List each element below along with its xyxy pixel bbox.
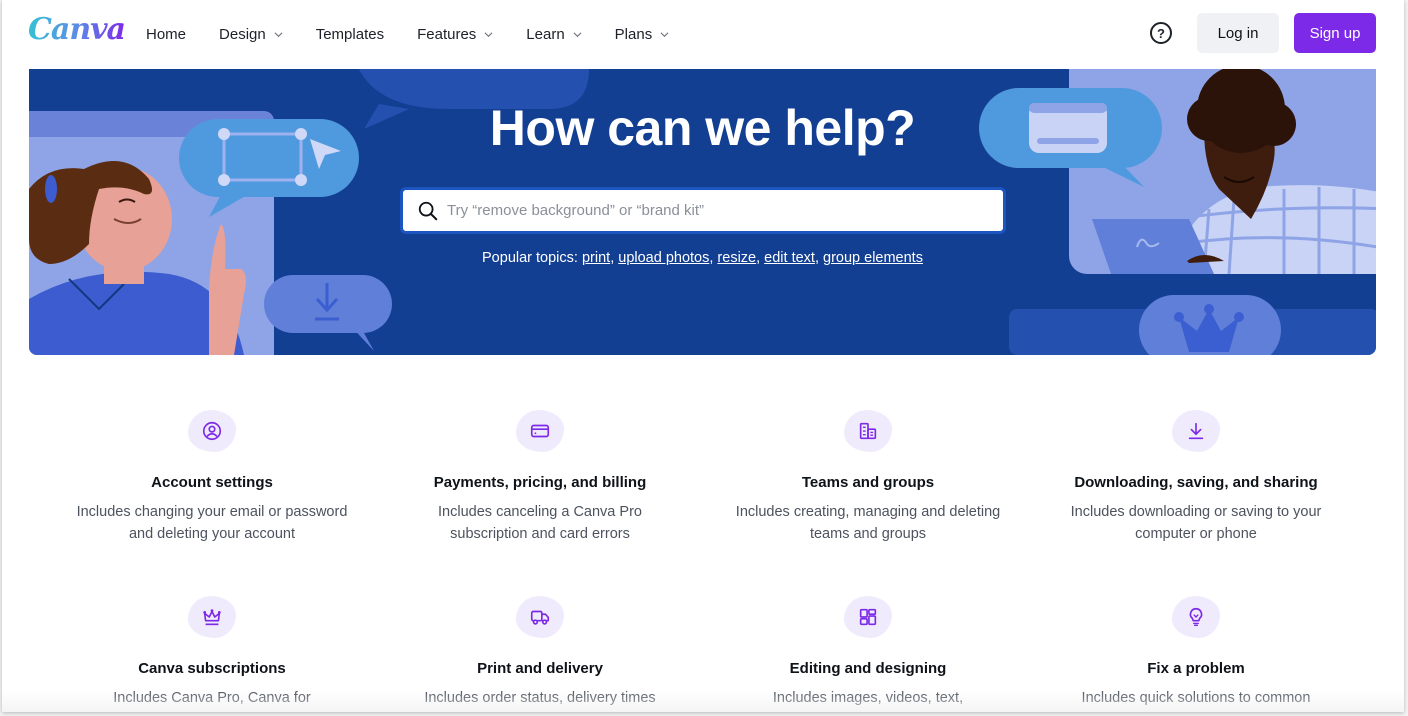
topic-description: Includes quick solutions to common — [1081, 690, 1311, 706]
popular-topic-link[interactable]: resize — [717, 250, 756, 266]
top-nav-bar: Canva Home Design Templates Features Lea… — [2, 0, 1404, 68]
topic-card-downloading[interactable]: Downloading, saving, and sharing Include… — [1032, 410, 1360, 545]
chevron-down-icon — [484, 31, 493, 37]
popular-topic-link[interactable]: group elements — [823, 250, 923, 266]
help-search-box[interactable] — [400, 187, 1006, 234]
user-circle-icon — [202, 421, 222, 441]
topic-description: Includes images, videos, text, — [772, 690, 964, 706]
topic-card-teams[interactable]: Teams and groups Includes creating, mana… — [704, 410, 1032, 545]
icon-badge — [1172, 596, 1220, 638]
nav-plans[interactable]: Plans — [615, 26, 670, 43]
nav-learn[interactable]: Learn — [526, 25, 582, 43]
nav-learn-label: Learn — [526, 25, 565, 43]
popular-topic-link[interactable]: upload photos — [618, 250, 709, 266]
topic-description: Includes order status, delivery times — [424, 690, 656, 706]
popular-topics-label: Popular topics: — [482, 250, 578, 266]
nav-home[interactable]: Home — [146, 26, 186, 43]
signup-button[interactable]: Sign up — [1294, 13, 1376, 53]
nav-design-label: Design — [219, 25, 266, 43]
chevron-down-icon — [660, 31, 669, 37]
topic-card-fix-problem[interactable]: Fix a problem Includes quick solutions t… — [1032, 596, 1360, 709]
topic-card-payments[interactable]: Payments, pricing, and billing Includes … — [376, 410, 704, 545]
topic-title: Print and delivery — [477, 660, 603, 677]
nav-plans-label: Plans — [614, 25, 653, 43]
crown-icon — [203, 609, 221, 626]
nav-features-label: Features — [417, 25, 477, 43]
search-icon — [418, 201, 438, 220]
topic-card-print-delivery[interactable]: Print and delivery Includes order status… — [376, 596, 704, 709]
topic-card-account-settings[interactable]: Account settings Includes changing your … — [48, 410, 376, 545]
icon-badge — [1172, 410, 1220, 452]
popular-topic-link[interactable]: print — [582, 250, 610, 266]
topic-title: Canva subscriptions — [138, 660, 286, 677]
topic-description: Includes changing your email or password… — [76, 504, 348, 542]
topic-title: Teams and groups — [801, 474, 935, 491]
layout-grid-icon — [859, 608, 877, 626]
topic-card-editing[interactable]: Editing and designing Includes images, v… — [704, 596, 1032, 709]
topic-title: Account settings — [151, 474, 273, 491]
truck-icon — [530, 610, 550, 625]
nav-features[interactable]: Features — [417, 26, 493, 43]
lightbulb-icon — [1189, 607, 1203, 626]
topic-title: Payments, pricing, and billing — [433, 474, 647, 491]
popular-topic-link[interactable]: edit text — [764, 250, 815, 266]
login-button[interactable]: Log in — [1197, 13, 1279, 53]
hero-title: How can we help? — [489, 100, 916, 156]
topic-description: Includes Canva Pro, Canva for — [113, 690, 311, 706]
icon-badge — [188, 596, 236, 638]
popular-topics: Popular topics: print, upload photos, re… — [482, 250, 923, 266]
main-nav: Home Design Templates Features Learn Pla… — [146, 0, 702, 68]
nav-templates[interactable]: Templates — [316, 26, 384, 43]
icon-badge — [516, 410, 564, 452]
search-input[interactable] — [447, 202, 1003, 219]
chevron-down-icon — [573, 31, 582, 37]
chevron-down-icon — [274, 31, 283, 37]
nav-design[interactable]: Design — [219, 26, 283, 43]
topic-description: Includes creating, managing and deleting… — [735, 504, 1001, 542]
topic-title: Editing and designing — [789, 660, 947, 677]
icon-badge — [844, 596, 892, 638]
topic-description: Includes downloading or saving to your c… — [1070, 504, 1322, 542]
canva-logo[interactable]: Canva — [28, 12, 126, 47]
help-icon[interactable]: ? — [1150, 22, 1172, 44]
nav-templates-label: Templates — [315, 25, 385, 43]
page: Canva Home Design Templates Features Lea… — [2, 0, 1404, 712]
credit-card-icon — [530, 424, 550, 438]
topic-title: Fix a problem — [1147, 660, 1245, 677]
download-icon — [1188, 422, 1204, 440]
topic-description: Includes canceling a Canva Pro subscript… — [438, 504, 642, 542]
icon-badge — [844, 410, 892, 452]
icon-badge — [516, 596, 564, 638]
topic-card-subscriptions[interactable]: Canva subscriptions Includes Canva Pro, … — [48, 596, 376, 709]
icon-badge — [188, 410, 236, 452]
nav-home-label: Home — [146, 25, 187, 43]
topic-title: Downloading, saving, and sharing — [1074, 474, 1318, 491]
building-icon — [859, 422, 877, 440]
hero-banner: How can we help? Popular topics: print, … — [29, 69, 1376, 355]
